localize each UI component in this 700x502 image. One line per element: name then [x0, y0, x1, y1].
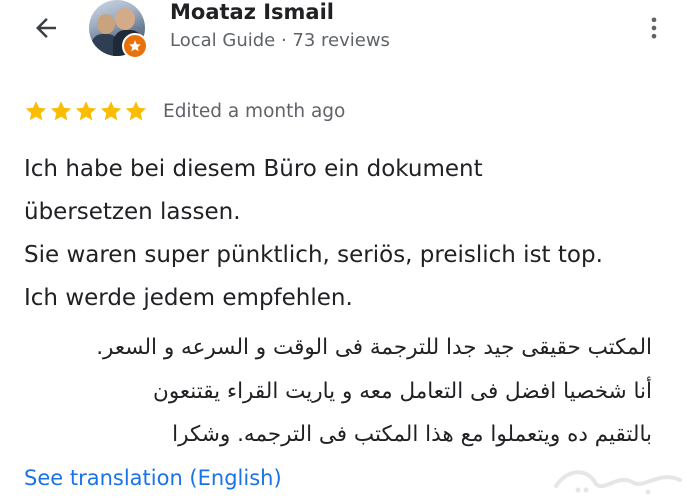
review-line-arabic: بالتقيم ده ويتعملوا مع هذا المكتب فى الت… [172, 422, 652, 447]
review-line: Ich habe bei diesem Büro ein dokument [24, 156, 483, 182]
rating-row: Edited a month ago [24, 96, 345, 126]
edited-timestamp: Edited a month ago [163, 100, 346, 122]
review-text: Ich habe bei diesem Büro ein dokument üb… [24, 148, 684, 320]
reviewer-meta: Local Guide · 73 reviews [170, 30, 390, 51]
more-vert-icon [651, 17, 657, 39]
back-button[interactable] [22, 6, 70, 50]
review-text-arabic: المكتب حقيقى جيد جدا للترجمة فى الوقت و … [24, 326, 652, 457]
review-line: übersetzen lassen. [24, 199, 241, 225]
review-line: Sie waren super pünktlich, seriös, preis… [24, 242, 603, 268]
star-icon [25, 101, 47, 121]
review-line-arabic: أنا شخصيا افضل فى التعامل معه و ياريت ال… [153, 378, 652, 404]
review-line: Ich werde jedem empfehlen. [24, 285, 353, 311]
local-guide-star-icon [122, 33, 148, 59]
arrow-back-icon [36, 18, 56, 38]
reviewer-name[interactable]: Moataz Ismail [170, 0, 334, 24]
more-options-button[interactable] [636, 8, 672, 48]
review-line-arabic: المكتب حقيقى جيد جدا للترجمة فى الوقت و … [96, 335, 652, 360]
star-icon [100, 101, 122, 121]
see-translation-link[interactable]: See translation (English) [24, 466, 282, 490]
star-icon [50, 101, 72, 121]
star-rating [24, 99, 148, 123]
watermark-logo [554, 470, 682, 495]
reviewer-avatar[interactable] [89, 0, 148, 59]
star-icon [125, 101, 147, 121]
star-icon [75, 101, 97, 121]
